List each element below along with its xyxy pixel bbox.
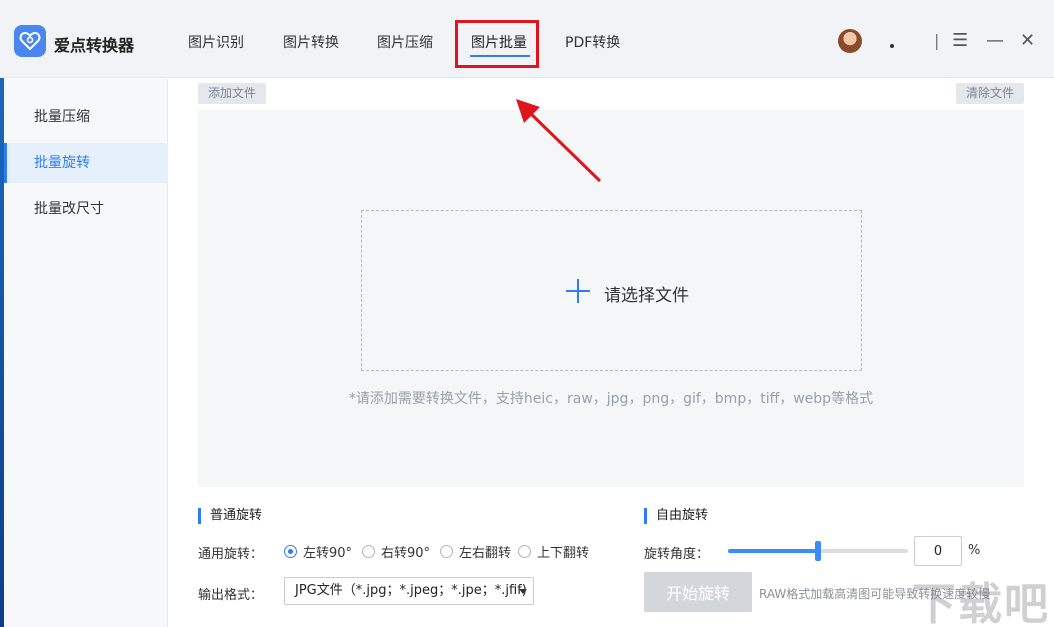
tab-image-compress[interactable]: 图片压缩 <box>377 32 433 52</box>
radio-label: 左右翻转 <box>459 542 511 561</box>
tab-pdf-convert[interactable]: PDF转换 <box>565 32 620 52</box>
normal-rotation-title: 普通旋转 <box>198 508 262 524</box>
radio-rotate-right-90[interactable]: 右转90° <box>362 543 430 559</box>
radio-unchecked-icon <box>362 545 375 558</box>
tab-image-recognition[interactable]: 图片识别 <box>188 32 244 52</box>
output-format-label: 输出格式： <box>198 584 263 603</box>
app-title: 爱点转换器 <box>54 32 134 56</box>
output-format-value: JPG文件（*.jpg；*.jpeg；*.jpe；*.jfif) <box>295 583 527 598</box>
app-header: 爱点转换器 图片识别 图片转换 图片压缩 图片批量 PDF转换 | ☰ — ✕ <box>0 0 1054 78</box>
select-file-zone[interactable]: 请选择文件 <box>361 210 862 371</box>
radio-rotate-left-90[interactable]: 左转90° <box>284 543 352 559</box>
select-file-label: 请选择文件 <box>604 281 689 306</box>
plus-icon <box>566 279 590 303</box>
status-dot-icon <box>890 44 894 48</box>
user-avatar[interactable] <box>838 29 862 53</box>
app-logo-icon <box>14 25 46 57</box>
sidebar-item-batch-rotate[interactable]: 批量旋转 <box>4 143 168 183</box>
rotation-angle-label: 旋转角度： <box>644 543 709 562</box>
output-format-select[interactable]: JPG文件（*.jpg；*.jpeg；*.jpe；*.jfif) <box>284 577 534 605</box>
sidebar-item-batch-resize[interactable]: 批量改尺寸 <box>4 189 168 229</box>
chevron-down-icon <box>519 589 527 594</box>
slider-fill <box>728 549 818 553</box>
rotation-angle-input[interactable] <box>914 536 962 566</box>
watermark: 下载吧 <box>912 568 1050 627</box>
minimize-icon[interactable]: — <box>986 30 1004 52</box>
add-file-button[interactable]: 添加文件 <box>198 83 266 104</box>
start-rotate-button[interactable]: 开始旋转 <box>644 572 752 612</box>
radio-flip-vertical[interactable]: 上下翻转 <box>518 543 589 559</box>
angle-unit-label: % <box>968 543 980 558</box>
tab-image-convert[interactable]: 图片转换 <box>283 32 339 52</box>
radio-label: 右转90° <box>381 542 430 561</box>
radio-label: 左转90° <box>303 542 352 561</box>
annotation-arrow-icon <box>510 95 610 190</box>
menu-icon[interactable]: ☰ <box>952 30 968 52</box>
sidebar-item-batch-compress[interactable]: 批量压缩 <box>4 97 168 137</box>
slider-thumb[interactable] <box>815 541 821 561</box>
separator-icon: | <box>934 30 939 52</box>
sidebar: 批量压缩 批量旋转 批量改尺寸 <box>4 79 168 627</box>
free-rotation-title: 自由旋转 <box>644 508 708 524</box>
supported-formats-hint: *请添加需要转换文件，支持heic，raw，jpg，png，gif，bmp，ti… <box>198 388 1024 408</box>
radio-unchecked-icon <box>440 545 453 558</box>
file-drop-area[interactable]: 请选择文件 *请添加需要转换文件，支持heic，raw，jpg，png，gif，… <box>198 110 1024 487</box>
radio-checked-icon <box>284 545 297 558</box>
close-icon[interactable]: ✕ <box>1020 30 1035 52</box>
radio-unchecked-icon <box>518 545 531 558</box>
annotation-highlight-box <box>455 20 539 68</box>
clear-file-button[interactable]: 清除文件 <box>956 83 1024 104</box>
radio-label: 上下翻转 <box>537 542 589 561</box>
general-rotation-label: 通用旋转： <box>198 543 263 562</box>
rotation-angle-slider[interactable] <box>728 549 908 553</box>
radio-flip-horizontal[interactable]: 左右翻转 <box>440 543 511 559</box>
